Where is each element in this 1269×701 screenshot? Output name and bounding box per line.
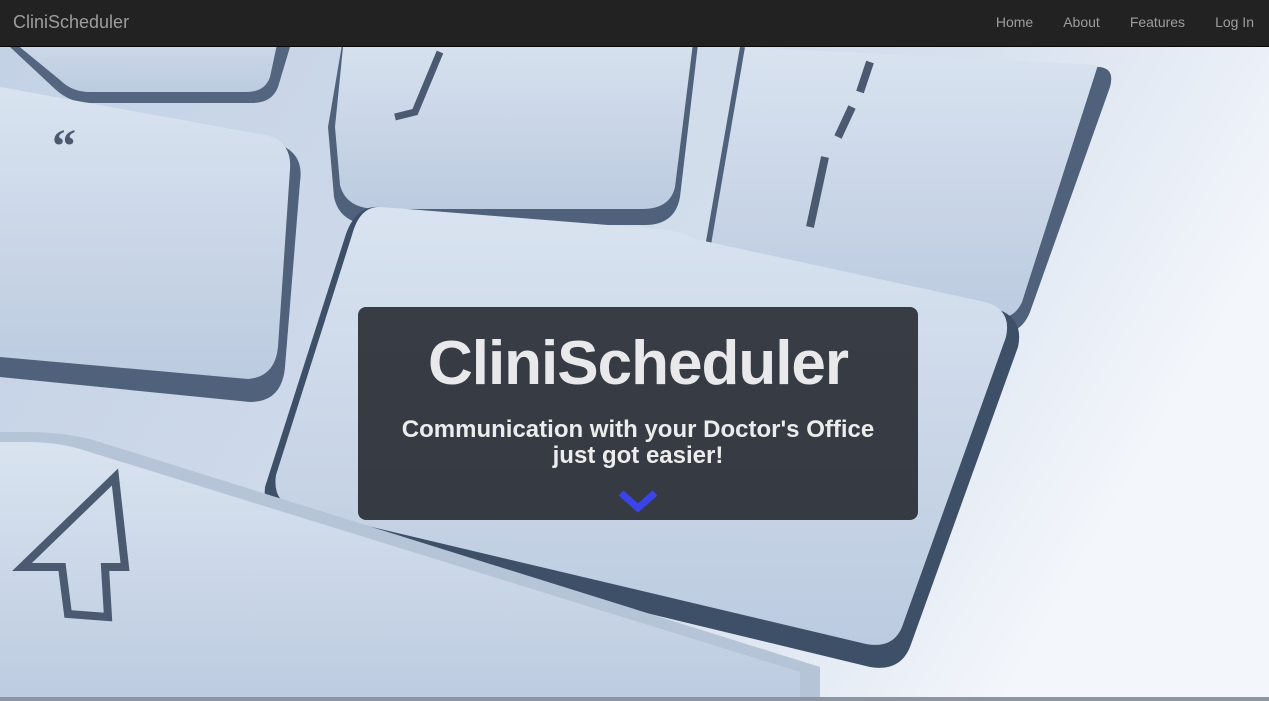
nav-about-link[interactable]: About bbox=[1048, 0, 1115, 47]
svg-text:“: “ bbox=[52, 120, 76, 173]
nav-features-link[interactable]: Features bbox=[1115, 0, 1200, 47]
hero-title: CliniScheduler bbox=[427, 329, 849, 398]
page-bottom-edge bbox=[0, 697, 1269, 701]
hero-subtitle: Communication with your Doctor's Office … bbox=[401, 416, 875, 469]
hero-caption-box: CliniScheduler Communication with your D… bbox=[358, 307, 918, 520]
key-slash bbox=[328, 47, 698, 225]
nav-home-link[interactable]: Home bbox=[981, 0, 1048, 47]
key-quote: “ bbox=[0, 87, 301, 402]
nav-links: Home About Features Log In bbox=[981, 0, 1269, 47]
brand-link[interactable]: CliniScheduler bbox=[13, 12, 129, 33]
chevron-down-icon bbox=[618, 490, 658, 513]
nav-login-link[interactable]: Log In bbox=[1200, 0, 1269, 47]
navbar: CliniScheduler Home About Features Log I… bbox=[0, 0, 1269, 47]
scroll-down-button[interactable] bbox=[618, 489, 658, 513]
